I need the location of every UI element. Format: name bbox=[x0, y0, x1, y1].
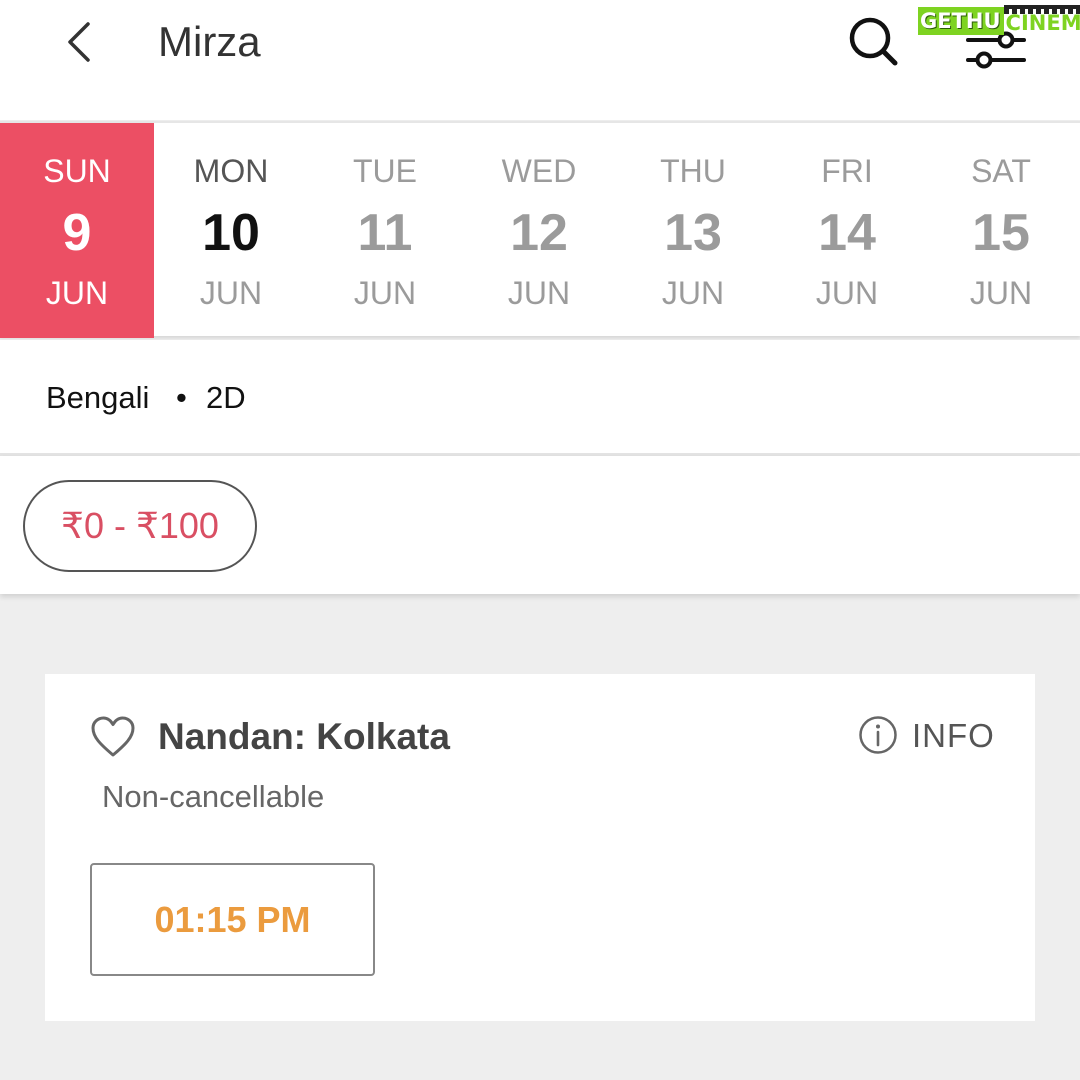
date-month: JUN bbox=[507, 275, 571, 311]
language-format-bar bbox=[0, 340, 1080, 453]
date-month: JUN bbox=[45, 275, 109, 311]
date-item-sat-15[interactable]: SAT 15 JUN bbox=[924, 123, 1078, 338]
search-icon bbox=[849, 17, 898, 66]
date-month: JUN bbox=[815, 275, 879, 311]
info-circle-icon bbox=[859, 716, 897, 754]
date-weekday: FRI bbox=[821, 153, 873, 189]
date-day: 10 bbox=[202, 204, 260, 262]
favorite-button[interactable] bbox=[90, 715, 136, 759]
heart-outline-icon bbox=[91, 716, 135, 757]
date-month: JUN bbox=[969, 275, 1033, 311]
date-item-mon-10[interactable]: MON 10 JUN bbox=[154, 123, 308, 338]
date-item-fri-14[interactable]: FRI 14 JUN bbox=[770, 123, 924, 338]
date-weekday: SAT bbox=[971, 153, 1031, 189]
date-month: JUN bbox=[661, 275, 725, 311]
date-day: 9 bbox=[62, 204, 92, 262]
price-range-chip[interactable]: ₹0 - ₹100 bbox=[23, 480, 257, 572]
info-label: INFO bbox=[912, 717, 995, 754]
date-month: JUN bbox=[199, 275, 263, 311]
language-label: Bengali bbox=[46, 380, 150, 415]
date-day: 13 bbox=[664, 204, 722, 262]
venue-name: Nandan: Kolkata bbox=[158, 716, 450, 757]
date-weekday: MON bbox=[193, 153, 269, 189]
showtime-button[interactable]: 01:15 PM bbox=[90, 863, 375, 976]
date-weekday: THU bbox=[660, 153, 726, 189]
watermark-text-left: GETHU bbox=[918, 7, 1004, 35]
search-button[interactable] bbox=[846, 14, 900, 68]
date-selector: SUN 9 JUN MON 10 JUN TUE 11 JUN WED 12 J… bbox=[0, 121, 1080, 338]
info-button[interactable]: INFO bbox=[858, 715, 998, 759]
showtimes-screen: Mirza GETHU CINEMA SUN 9 JUN bbox=[0, 0, 1080, 1080]
date-item-wed-12[interactable]: WED 12 JUN bbox=[462, 123, 616, 338]
watermark-text-right: CINEMA bbox=[1003, 5, 1080, 37]
cancellation-note: Non-cancellable bbox=[102, 779, 325, 814]
top-app-bar: Mirza GETHU CINEMA bbox=[0, 0, 1080, 120]
date-day: 15 bbox=[972, 204, 1030, 262]
chevron-left-icon bbox=[68, 22, 90, 62]
date-day: 11 bbox=[357, 204, 413, 262]
date-weekday: SUN bbox=[43, 153, 111, 189]
date-day: 14 bbox=[818, 204, 876, 262]
date-weekday: WED bbox=[501, 153, 577, 189]
separator-dot: • bbox=[176, 380, 187, 415]
date-weekday: TUE bbox=[353, 153, 417, 189]
back-button[interactable] bbox=[58, 18, 102, 66]
date-item-sun-9[interactable]: SUN 9 JUN bbox=[0, 123, 154, 338]
date-item-tue-11[interactable]: TUE 11 JUN bbox=[308, 123, 462, 338]
page-title: Mirza bbox=[158, 18, 261, 65]
watermark-logo: GETHU CINEMA bbox=[918, 5, 1080, 37]
date-month: JUN bbox=[353, 275, 417, 311]
date-item-thu-13[interactable]: THU 13 JUN bbox=[616, 123, 770, 338]
format-label: 2D bbox=[206, 380, 246, 415]
date-day: 12 bbox=[510, 204, 568, 262]
